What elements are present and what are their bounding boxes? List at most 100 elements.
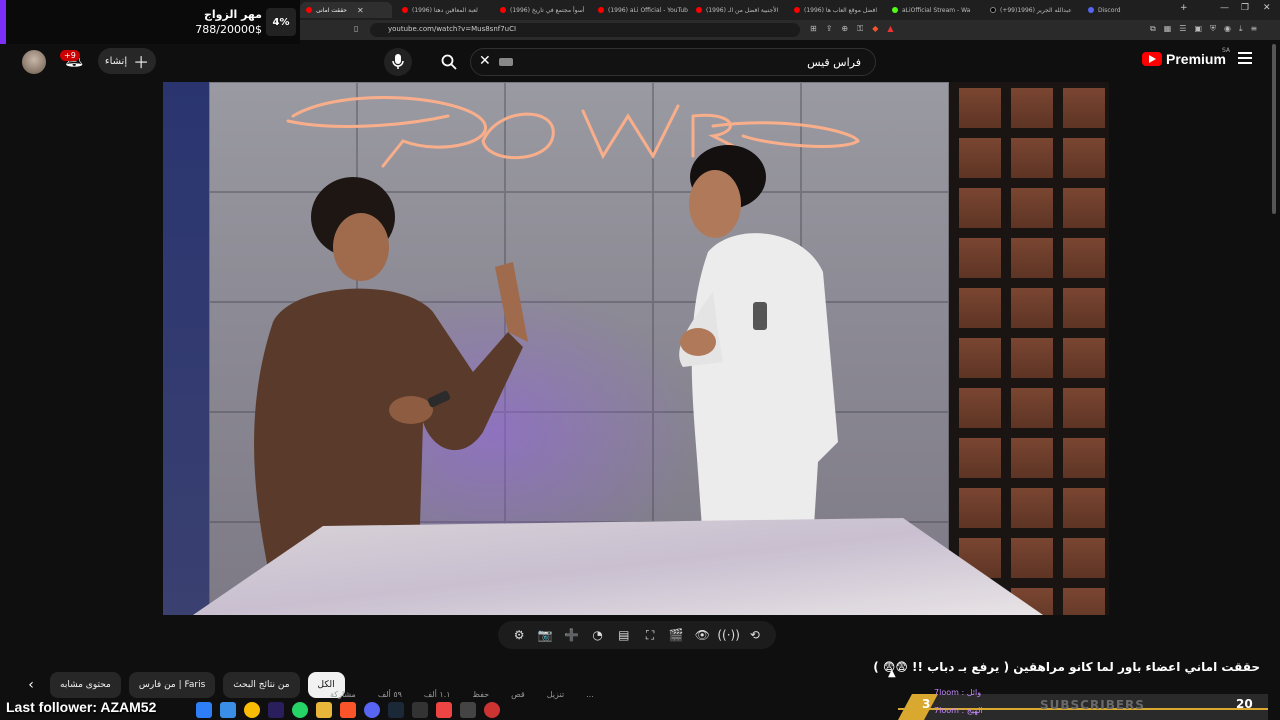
speed-icon[interactable]: ◔ [587, 624, 609, 646]
video-action[interactable]: تنزيل [547, 690, 564, 704]
tab-label: حققت امانى [316, 6, 347, 14]
youtube-favicon-icon [500, 7, 506, 13]
theater-icon[interactable]: 🎬 [665, 624, 687, 646]
recommendation-chips: ‹ محتوى مشابه من فارس | Faris من نتائج ا… [20, 672, 345, 698]
browser-menu-icon[interactable]: ≡ [1251, 24, 1258, 34]
whatsapp-icon[interactable] [292, 702, 308, 718]
close-tab-icon[interactable]: ✕ [357, 6, 364, 15]
steam-icon[interactable] [388, 702, 404, 718]
logo-text: Premium [1166, 51, 1226, 67]
discord-favicon-icon [1088, 7, 1094, 13]
browser-tab[interactable]: (1996) aLi Official - YouTub [592, 2, 688, 18]
share-icon[interactable]: ⇪ [826, 24, 833, 34]
search-query: فراس قيس [807, 56, 861, 69]
terminal-icon[interactable] [412, 702, 428, 718]
chip-from-search[interactable]: من نتائج البحث [223, 672, 300, 698]
browser-tab[interactable]: (1996) الأجنبية افضل من الـ [690, 2, 786, 18]
video-player[interactable] [163, 82, 1109, 615]
notification-badge: +9 [60, 50, 80, 61]
reader-icon[interactable]: ☰ [1179, 24, 1186, 34]
lattice-cell [1011, 438, 1053, 478]
subtitles-icon[interactable]: ▤ [613, 624, 635, 646]
extensions-icon[interactable]: ⧉ [1150, 24, 1156, 34]
browser-tab[interactable]: (1996) لعبة المعاقين دهتا [396, 2, 492, 18]
profile-icon[interactable]: ◉ [1224, 24, 1231, 34]
lattice-cell [959, 438, 1001, 478]
close-window-icon[interactable]: ✕ [1263, 3, 1271, 13]
video-action[interactable]: قص [511, 690, 525, 704]
watch-icon[interactable]: 👁 [691, 624, 713, 646]
store-icon[interactable] [220, 702, 236, 718]
lattice-cell [959, 188, 1001, 228]
lattice-cell [1063, 138, 1105, 178]
chrome-icon[interactable] [244, 702, 260, 718]
url-field[interactable]: youtube.com/watch?v=Mus8snf7uCI [370, 23, 800, 37]
install-icon[interactable]: ⊞ [810, 24, 817, 34]
brave-icon[interactable] [340, 702, 356, 718]
minimize-icon[interactable]: — [1220, 3, 1229, 13]
browser-toolbar-icons: ⧉ ▦ ☰ ▣ ⛨ ◉ ⤓ ≡ [1150, 24, 1257, 34]
brave-shield-icon[interactable]: ◆ [872, 24, 878, 34]
lattice-cell [1011, 88, 1053, 128]
video-action[interactable]: ... [586, 690, 594, 704]
sidebar-icon[interactable]: ▦ [1164, 24, 1172, 34]
lattice-cell [1063, 288, 1105, 328]
maximize-icon[interactable]: ❐ [1241, 3, 1249, 13]
clear-search-icon[interactable]: ✕ [479, 53, 491, 69]
copilot-icon[interactable] [196, 702, 212, 718]
player-controls-bar: ⚙ 📷 ➕ ◔ ▤ ⛶ 🎬 👁 ((·)) ⟲ [498, 621, 776, 649]
avatar[interactable] [22, 50, 46, 74]
screenshot-icon[interactable]: 📷 [534, 624, 556, 646]
chat-line: وائل : 7loom [934, 688, 982, 697]
chip-similar[interactable]: محتوى مشابه [50, 672, 121, 698]
brave-rewards-icon[interactable]: ▲ [887, 24, 893, 34]
video-title: حققت اماني اعضاء باور لما كانو مراهقين (… [873, 660, 1260, 674]
tab-label: aLiOfficial Stream - Wa [902, 6, 971, 14]
download-icon[interactable]: ⤓ [1239, 24, 1243, 34]
chip-from-channel[interactable]: من فارس | Faris [128, 672, 216, 698]
discord-icon[interactable] [364, 702, 380, 718]
bookmark-icon[interactable]: ▯ [354, 24, 358, 33]
browser-tab[interactable]: (1996) أسوأ مجتمع في تاريخ [494, 2, 590, 18]
lattice-cell [1063, 338, 1105, 378]
browser-tab[interactable]: aLiOfficial Stream - Wa [886, 2, 982, 18]
create-button[interactable]: إنشاء ＋ [98, 48, 156, 74]
tab-label: (+99)عبدالله الجرير (1996 [1000, 6, 1072, 14]
new-tab-button[interactable]: + [1180, 3, 1188, 13]
youtube-premium-logo[interactable]: Premium SA [1142, 47, 1230, 67]
plus-icon: ＋ [133, 53, 150, 72]
youtube-play-icon [1142, 52, 1162, 66]
obs-icon[interactable] [436, 702, 452, 718]
tab-label: (1996) الأجنبية افضل من الـ [706, 6, 779, 14]
search-icon [441, 54, 457, 70]
keyboard-icon[interactable] [499, 58, 513, 66]
search-button[interactable] [428, 48, 470, 76]
page-scrollbar[interactable] [1272, 44, 1276, 214]
browser-tab[interactable]: (1996) افضل موقع العاب ها [788, 2, 884, 18]
loop-icon[interactable]: ⟲ [744, 624, 766, 646]
fullscreen-icon[interactable]: ⛶ [639, 624, 661, 646]
add-clip-icon[interactable]: ➕ [560, 624, 582, 646]
wallet-icon[interactable]: ▣ [1194, 24, 1202, 34]
search-input[interactable]: ✕ فراس قيس [470, 48, 876, 76]
record-icon[interactable] [484, 702, 500, 718]
cast-icon[interactable]: ((·)) [717, 624, 740, 646]
hamburger-menu-icon[interactable] [1238, 52, 1252, 64]
youtube-favicon-icon [794, 7, 800, 13]
browser-tab[interactable]: (+99)عبدالله الجرير (1996 [984, 2, 1080, 18]
settings-icon[interactable]: ⚙ [508, 624, 530, 646]
last-follower-overlay: Last follower: AZAM52 [6, 699, 157, 715]
voice-search-button[interactable] [384, 48, 412, 76]
file-explorer-icon[interactable] [316, 702, 332, 718]
mouse-cursor-icon: ▲ [888, 668, 896, 679]
lattice-cell [959, 338, 1001, 378]
key-icon[interactable]: ⚿ [857, 24, 863, 34]
app-icon[interactable] [460, 702, 476, 718]
youtube-favicon-icon [696, 7, 702, 13]
browser-tab-active[interactable]: حققت امانى ✕ [300, 2, 392, 18]
zoom-icon[interactable]: ⊕ [841, 24, 848, 34]
premiere-icon[interactable] [268, 702, 284, 718]
vpn-icon[interactable]: ⛨ [1210, 24, 1216, 34]
chevron-left-icon[interactable]: ‹ [20, 672, 42, 698]
browser-tab[interactable]: Discord [1082, 2, 1172, 18]
